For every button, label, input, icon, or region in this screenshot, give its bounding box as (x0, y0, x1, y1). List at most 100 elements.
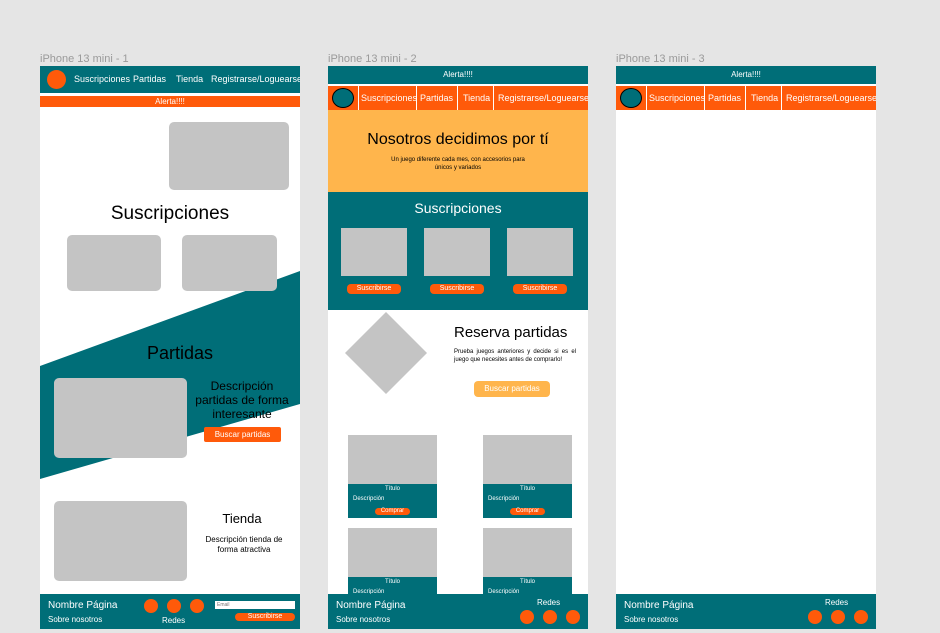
footer-about-link[interactable]: Sobre nosotros (48, 615, 102, 624)
product-card-title: Título (384, 486, 400, 492)
social-icon-2[interactable] (167, 599, 181, 613)
footer-page-name: Nombre Página (624, 600, 694, 611)
footer-page-name: Nombre Página (336, 600, 406, 611)
top-nav-bar: Suscripciones Partidas Tienda Registrars… (40, 66, 300, 93)
nav-divider (704, 86, 705, 110)
tienda-description: Descripción tienda de forma atractiva (205, 535, 283, 554)
frame-iphone-2: Alerta!!!! Suscripciones Partidas Tienda… (328, 66, 588, 629)
footer-email-input[interactable] (215, 601, 295, 609)
footer-redes-label: Redes (537, 598, 561, 607)
frame-label-1: iPhone 13 mini - 1 (40, 53, 129, 65)
nav-divider (745, 86, 746, 110)
tienda-image-placeholder (54, 501, 187, 581)
nav-suscripciones[interactable]: Suscripciones (361, 93, 417, 103)
subscription-card-2[interactable] (182, 235, 277, 291)
suscripciones-section: Suscripciones Suscribirse Suscribirse Su… (328, 192, 588, 310)
hero-subtitle: Un juego diferente cada mes, con accesor… (391, 157, 525, 171)
nav-registrarse[interactable]: Registrarse/Loguearse (211, 74, 300, 84)
subscription-card-2[interactable] (424, 228, 490, 276)
alert-bar: Alerta!!!! (616, 66, 876, 84)
social-icon-1[interactable] (520, 610, 534, 624)
footer: Nombre Página Sobre nosotros Redes (616, 594, 876, 629)
subscribe-button-1[interactable]: Suscribirse (347, 284, 401, 294)
product-card-description: Descripción (353, 496, 385, 502)
subscription-card-3[interactable] (507, 228, 573, 276)
footer-page-name: Nombre Página (48, 600, 118, 611)
logo-icon[interactable] (620, 88, 642, 108)
nav-partidas[interactable]: Partidas (420, 93, 453, 103)
top-nav-bar: Suscripciones Partidas Tienda Registrars… (616, 86, 876, 110)
frame-label-2: iPhone 13 mini - 2 (328, 53, 417, 65)
nav-registrarse[interactable]: Registrarse/Loguearse (498, 93, 588, 103)
footer: Nombre Página Sobre nosotros Redes Suscr… (40, 594, 300, 629)
reserva-description: Prueba juegos anteriores y decide si es … (454, 349, 576, 363)
frame-label-3: iPhone 13 mini - 3 (616, 53, 705, 65)
top-nav-bar: Suscripciones Partidas Tienda Registrars… (328, 86, 588, 110)
nav-divider (646, 86, 647, 110)
alert-bar: Alerta!!!! (40, 96, 300, 107)
comprar-button-2[interactable]: Comprar (510, 508, 545, 515)
hero-section: Nosotros decidimos por tí Un juego difer… (328, 110, 588, 192)
product-card-title: Título (519, 486, 535, 492)
footer: Nombre Página Sobre nosotros Redes (328, 594, 588, 629)
partidas-title: Partidas (146, 343, 214, 363)
subscribe-button-2[interactable]: Suscribirse (430, 284, 484, 294)
partidas-image-placeholder (54, 378, 187, 458)
footer-redes-label: Redes (162, 616, 186, 625)
footer-redes-label: Redes (825, 598, 849, 607)
nav-tienda[interactable]: Tienda (751, 93, 778, 103)
social-icon-3[interactable] (190, 599, 204, 613)
product-card-title: Título (384, 579, 400, 585)
nav-registrarse[interactable]: Registrarse/Loguearse (786, 93, 876, 103)
footer-about-link[interactable]: Sobre nosotros (336, 615, 390, 624)
nav-partidas[interactable]: Partidas (133, 74, 166, 84)
partidas-description: Descripción partidas de forma interesant… (195, 379, 289, 421)
comprar-button-1[interactable]: Comprar (375, 508, 410, 515)
product-card-image-4[interactable] (483, 528, 572, 577)
hero-title: Frase impactante presentación (56, 123, 150, 151)
reserva-title: Reserva partidas (454, 324, 568, 341)
buscar-partidas-button[interactable]: Buscar partidas (474, 381, 550, 397)
product-card-image-1[interactable] (348, 435, 437, 484)
product-card-description: Descripción (488, 496, 520, 502)
social-icon-2[interactable] (543, 610, 557, 624)
product-card-info-2: Título Descripción Comprar (483, 484, 572, 518)
product-card-image-3[interactable] (348, 528, 437, 577)
footer-about-link[interactable]: Sobre nosotros (624, 615, 678, 624)
social-icon-1[interactable] (808, 610, 822, 624)
nav-divider (358, 86, 359, 110)
product-card-info-1: Título Descripción Comprar (348, 484, 437, 518)
nav-divider (781, 86, 782, 110)
social-icon-3[interactable] (854, 610, 868, 624)
social-icon-2[interactable] (831, 610, 845, 624)
subscribe-button-3[interactable]: Suscribirse (513, 284, 567, 294)
nav-tienda[interactable]: Tienda (176, 74, 203, 84)
nav-partidas[interactable]: Partidas (708, 93, 741, 103)
subscription-card-1[interactable] (341, 228, 407, 276)
nav-divider (457, 86, 458, 110)
tienda-title: Tienda (222, 511, 262, 526)
nav-tienda[interactable]: Tienda (463, 93, 490, 103)
social-icon-3[interactable] (566, 610, 580, 624)
subscription-card-1[interactable] (67, 235, 161, 291)
hero-title: Nosotros decidimos por tí (367, 131, 549, 148)
alert-bar: Alerta!!!! (328, 66, 588, 84)
nav-divider (416, 86, 417, 110)
social-icon-1[interactable] (144, 599, 158, 613)
footer-subscribe-button[interactable]: Suscribirse (235, 613, 295, 621)
hero-image-placeholder (169, 122, 289, 190)
reserva-image-diamond (344, 311, 428, 395)
frame-iphone-3: Alerta!!!! Suscripciones Partidas Tienda… (616, 66, 876, 629)
frame-iphone-1: Suscripciones Partidas Tienda Registrars… (40, 66, 300, 629)
suscripciones-title: Suscripciones (110, 203, 230, 224)
suscripciones-title: Suscripciones (414, 200, 502, 216)
nav-suscripciones[interactable]: Suscripciones (649, 93, 705, 103)
logo-icon[interactable] (47, 70, 66, 89)
product-card-image-2[interactable] (483, 435, 572, 484)
buscar-partidas-button[interactable]: Buscar partidas (204, 427, 281, 442)
nav-suscripciones[interactable]: Suscripciones (74, 74, 130, 84)
product-card-title: Título (519, 579, 535, 585)
nav-divider (493, 86, 494, 110)
logo-icon[interactable] (332, 88, 354, 108)
hero-subtitle: Frase gancho (53, 155, 102, 164)
